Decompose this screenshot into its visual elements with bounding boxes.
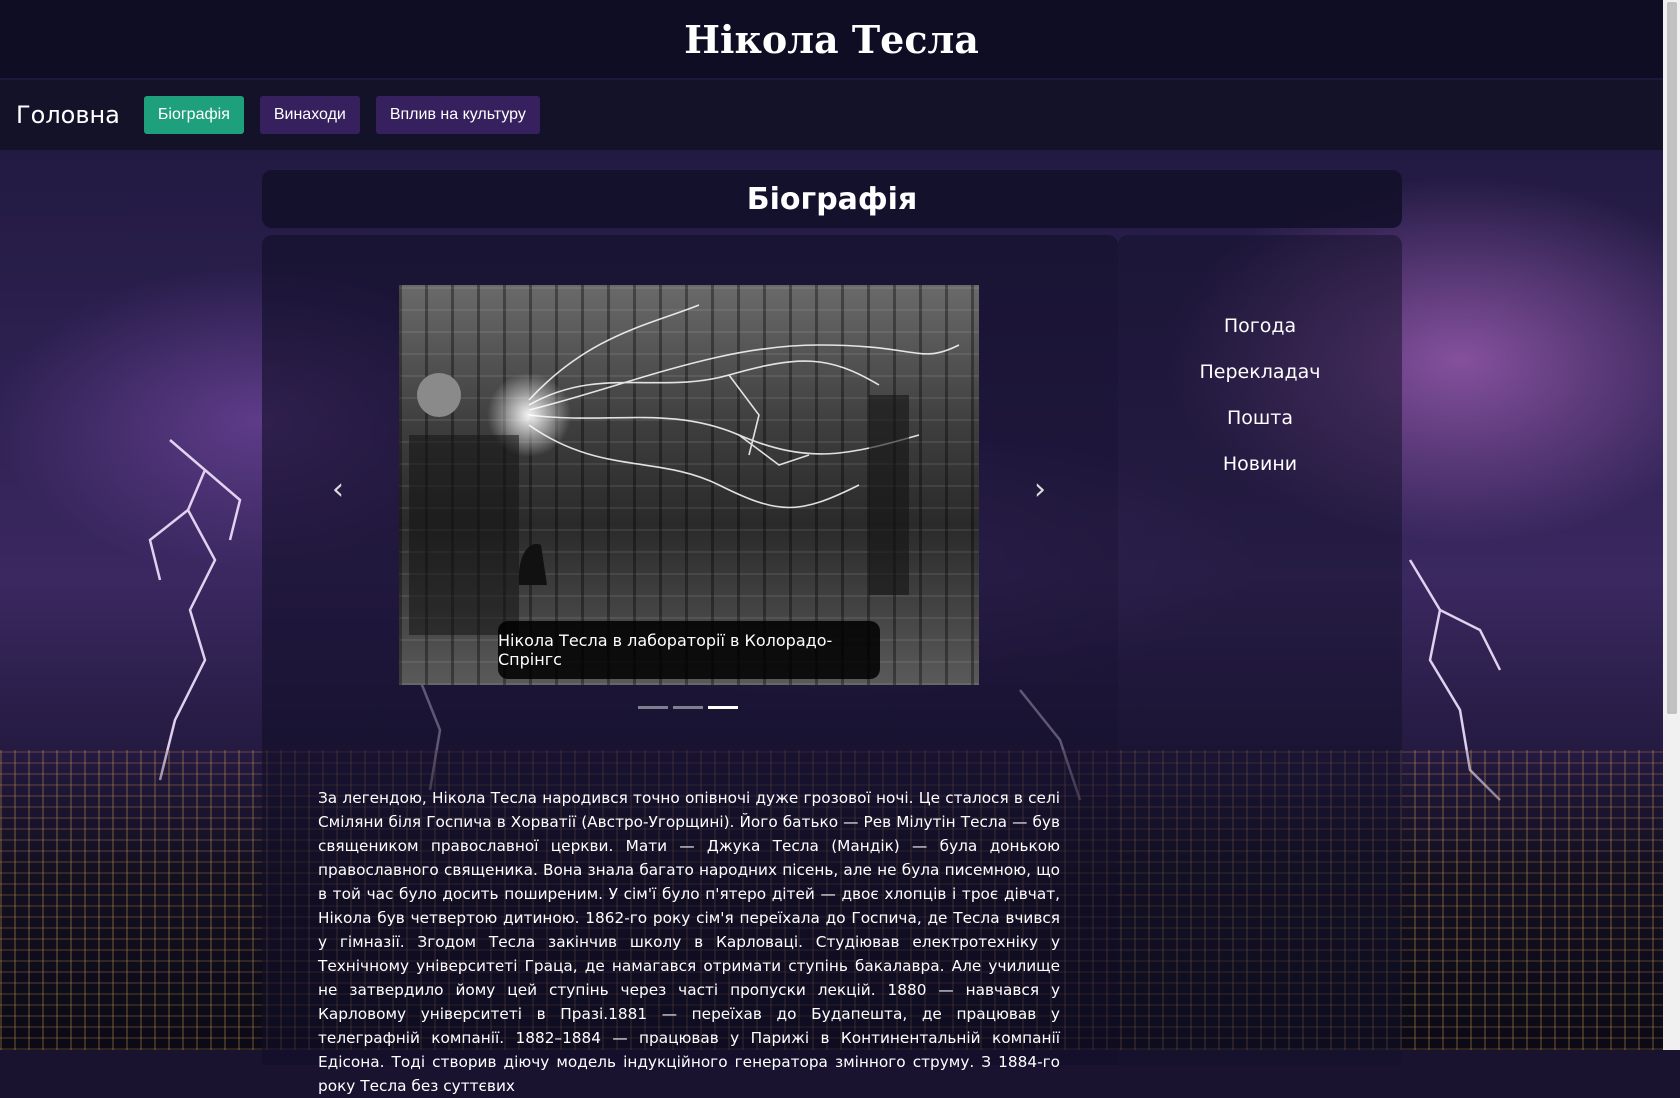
nav-culture-button[interactable]: Вплив на культуру xyxy=(375,96,540,134)
carousel-prev-button[interactable]: ‹ xyxy=(318,470,358,510)
chevron-left-icon: ‹ xyxy=(332,472,344,507)
main-navbar: Головна Біографія Винаходи Вплив на куль… xyxy=(0,80,1663,150)
sidebar-panel: Погода Перекладач Пошта Новини xyxy=(1118,235,1402,1065)
carousel-indicator[interactable] xyxy=(638,706,668,709)
sidebar-item-news[interactable]: Новини xyxy=(1118,441,1402,487)
sidebar-item-translator[interactable]: Перекладач xyxy=(1118,349,1402,395)
section-header: Біографія xyxy=(262,170,1402,228)
carousel-next-button[interactable]: › xyxy=(1020,470,1060,510)
chevron-right-icon: › xyxy=(1034,472,1046,507)
photo-carousel: Нікола Тесла в лабораторії в Колорадо-Сп… xyxy=(399,285,979,685)
carousel-indicator-active[interactable] xyxy=(708,706,738,709)
carousel-indicators xyxy=(638,706,738,709)
scrollbar-thumb[interactable] xyxy=(1667,2,1677,714)
sidebar-item-mail[interactable]: Пошта xyxy=(1118,395,1402,441)
page-scrollbar[interactable] xyxy=(1663,0,1680,1050)
nav-inventions-button[interactable]: Винаходи xyxy=(259,96,360,134)
nav-home-link[interactable]: Головна xyxy=(16,101,120,129)
carousel-caption: Нікола Тесла в лабораторії в Колорадо-Сп… xyxy=(498,621,880,679)
site-title: Нікола Тесла xyxy=(684,16,979,62)
nav-biography-button[interactable]: Біографія xyxy=(143,96,244,134)
section-title: Біографія xyxy=(746,181,918,217)
biography-text: За легендою, Нікола Тесла народився точн… xyxy=(318,789,1060,1095)
sidebar-menu: Погода Перекладач Пошта Новини xyxy=(1118,303,1402,487)
carousel-slide-image: Нікола Тесла в лабораторії в Колорадо-Сп… xyxy=(399,285,979,685)
carousel-indicator[interactable] xyxy=(673,706,703,709)
site-header: Нікола Тесла xyxy=(0,0,1663,78)
sidebar-item-weather[interactable]: Погода xyxy=(1118,303,1402,349)
